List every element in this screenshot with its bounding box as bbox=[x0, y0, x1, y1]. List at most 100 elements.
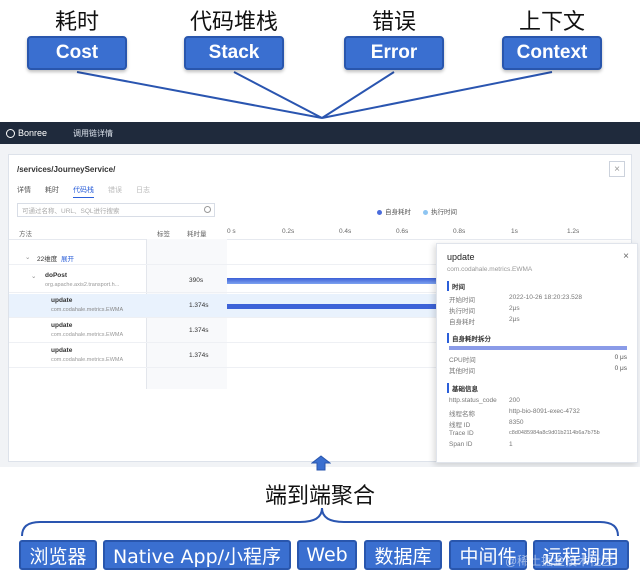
start-time-key: 开始时间 bbox=[449, 297, 475, 304]
row-method-name: update bbox=[51, 322, 73, 329]
trace-panel: /services/JourneyService/ × 详情 耗时 代码栈 错误… bbox=[8, 154, 638, 463]
search-icon bbox=[204, 206, 211, 213]
cost-box: Cost bbox=[27, 36, 127, 70]
context-cn-label: 上下文 bbox=[518, 10, 585, 35]
row-method-class: com.codahale.metrics.EWMA bbox=[51, 357, 124, 363]
col-tag: 标签 bbox=[157, 231, 170, 238]
legend-exec-label: 执行时间 bbox=[431, 209, 457, 216]
row-timing: 390s bbox=[189, 277, 204, 284]
error-cn-label: 错误 bbox=[371, 10, 416, 35]
stack-box: Stack bbox=[184, 36, 284, 70]
tick-label: 0.2s bbox=[282, 228, 295, 235]
up-arrow-icon bbox=[311, 455, 331, 471]
brace-shape bbox=[21, 507, 619, 537]
self-time-key: 自身耗时 bbox=[449, 319, 475, 326]
tab-cost[interactable]: 耗时 bbox=[45, 185, 59, 198]
self-time-split-heading: 自身耗时拆分 bbox=[447, 333, 491, 343]
time-section-heading: 时间 bbox=[447, 281, 465, 291]
table-row[interactable]: ⌄ doPost org.apache.axis2.transport.h...… bbox=[9, 269, 437, 293]
cost-cn-label: 耗时 bbox=[54, 10, 99, 35]
expand-link[interactable]: 展开 bbox=[61, 253, 74, 263]
tab-code-stack[interactable]: 代码栈 bbox=[73, 185, 94, 198]
gantt-bar bbox=[227, 278, 437, 284]
context-box: Context bbox=[502, 36, 602, 70]
expand-chevron-icon: ⌄ bbox=[31, 273, 37, 280]
source-web: Web bbox=[297, 540, 357, 570]
span-detail-panel: update × com.codahale.metrics.EWMA 时间 开始… bbox=[436, 243, 638, 463]
source-browser: 浏览器 bbox=[19, 540, 97, 570]
legend-exec-time: 执行时间 bbox=[423, 206, 457, 216]
col-method: 方法 bbox=[19, 231, 32, 238]
other-time-label: 其他时间 bbox=[449, 368, 475, 375]
search-placeholder: 可通过名称、URL、SQL进行搜索 bbox=[22, 208, 120, 215]
start-time-value: 2022-10-26 18:20:23.528 bbox=[509, 294, 583, 301]
col-timing: 耗时量 bbox=[187, 231, 207, 238]
tab-errors[interactable]: 错误 bbox=[108, 185, 122, 198]
legend: 自身耗时 执行时间 bbox=[377, 206, 457, 216]
brand-logo[interactable]: Bonree bbox=[6, 128, 47, 138]
stack-cn-label: 代码堆栈 bbox=[189, 10, 278, 35]
watermark: @稀土掘金技术社区 bbox=[505, 554, 614, 568]
tick-label: 0.4s bbox=[339, 228, 352, 235]
legend-self-time: 自身耗时 bbox=[377, 206, 411, 216]
row-method-name: update bbox=[51, 297, 73, 304]
info-key: 线程名称 bbox=[449, 411, 475, 418]
detail-close-icon[interactable]: × bbox=[623, 251, 629, 262]
self-time-bar bbox=[449, 346, 627, 350]
row-method-name: update bbox=[51, 347, 73, 354]
table-row[interactable]: update com.codahale.metrics.EWMA 1.374s bbox=[9, 294, 437, 318]
table-row[interactable]: update com.codahale.metrics.EWMA 1.374s bbox=[9, 319, 437, 343]
tick-label: 0.8s bbox=[453, 228, 466, 235]
legend-self-label: 自身耗时 bbox=[385, 209, 411, 216]
row-method-class: com.codahale.metrics.EWMA bbox=[51, 332, 124, 338]
brand-logo-icon bbox=[6, 128, 15, 138]
legend-exec-dot bbox=[423, 209, 428, 215]
self-time-value: 2μs bbox=[509, 316, 520, 323]
group-label: 22维度 bbox=[37, 256, 58, 263]
apm-app-screenshot: Bonree 调用链详情 /services/JourneyService/ ×… bbox=[0, 122, 640, 467]
info-value: 8350 bbox=[509, 419, 524, 426]
brand-name: Bonree bbox=[18, 128, 48, 138]
row-timing: 1.374s bbox=[189, 352, 209, 359]
row-method-class: com.codahale.metrics.EWMA bbox=[51, 307, 124, 313]
info-value: 200 bbox=[509, 397, 520, 404]
info-value: http-bio-8091-exec-4732 bbox=[509, 408, 580, 415]
detail-title: update bbox=[447, 252, 475, 262]
gantt-bar bbox=[227, 304, 437, 309]
row-method-name: doPost bbox=[45, 272, 68, 279]
other-time-value: 0 μs bbox=[614, 365, 627, 372]
info-key: http.status_code bbox=[449, 397, 497, 404]
cpu-time-value: 0 μs bbox=[614, 354, 627, 361]
search-input[interactable]: 可通过名称、URL、SQL进行搜索 bbox=[17, 203, 215, 217]
row-timing: 1.374s bbox=[189, 327, 209, 334]
table-header: 方法 标签 耗时量 0 s 0.2s 0.4s 0.6s 0.8s 1s 1.2… bbox=[9, 225, 631, 240]
info-key: 线程 ID bbox=[449, 422, 471, 429]
source-native-app: Native App/小程序 bbox=[103, 540, 291, 570]
nav-trace-detail[interactable]: 调用链详情 bbox=[73, 128, 113, 139]
info-key: Span ID bbox=[449, 441, 473, 448]
expand-chevron-icon: ⌄ bbox=[25, 254, 31, 261]
service-path: /services/JourneyService/ bbox=[17, 165, 116, 174]
info-value: c8d0485984a8c9d01b2114b6a7b75b bbox=[509, 430, 600, 436]
info-key: Trace ID bbox=[449, 430, 474, 437]
group-row[interactable]: ⌄ 22维度 展开 bbox=[9, 249, 437, 265]
app-header: Bonree 调用链详情 bbox=[0, 122, 640, 144]
legend-self-dot bbox=[377, 209, 382, 215]
tab-details[interactable]: 详情 bbox=[17, 185, 31, 198]
tick-label: 1.2s bbox=[567, 228, 580, 235]
error-box: Error bbox=[344, 36, 444, 70]
tick-label: 1s bbox=[511, 228, 518, 235]
table-row[interactable]: update com.codahale.metrics.EWMA 1.374s bbox=[9, 344, 437, 368]
exec-time-key: 执行时间 bbox=[449, 308, 475, 315]
tab-bar: 详情 耗时 代码栈 错误 日志 bbox=[17, 185, 150, 198]
source-database: 数据库 bbox=[364, 540, 442, 570]
tick-label: 0 s bbox=[227, 228, 236, 235]
info-value: 1 bbox=[509, 441, 513, 448]
row-method-class: org.apache.axis2.transport.h... bbox=[45, 282, 120, 288]
row-timing: 1.374s bbox=[189, 302, 209, 309]
detail-subtitle: com.codahale.metrics.EWMA bbox=[447, 266, 533, 273]
tab-logs[interactable]: 日志 bbox=[136, 185, 150, 198]
cpu-time-label: CPU时间 bbox=[449, 357, 476, 364]
basic-info-heading: 基础信息 bbox=[447, 383, 478, 393]
close-button[interactable]: × bbox=[609, 161, 625, 177]
